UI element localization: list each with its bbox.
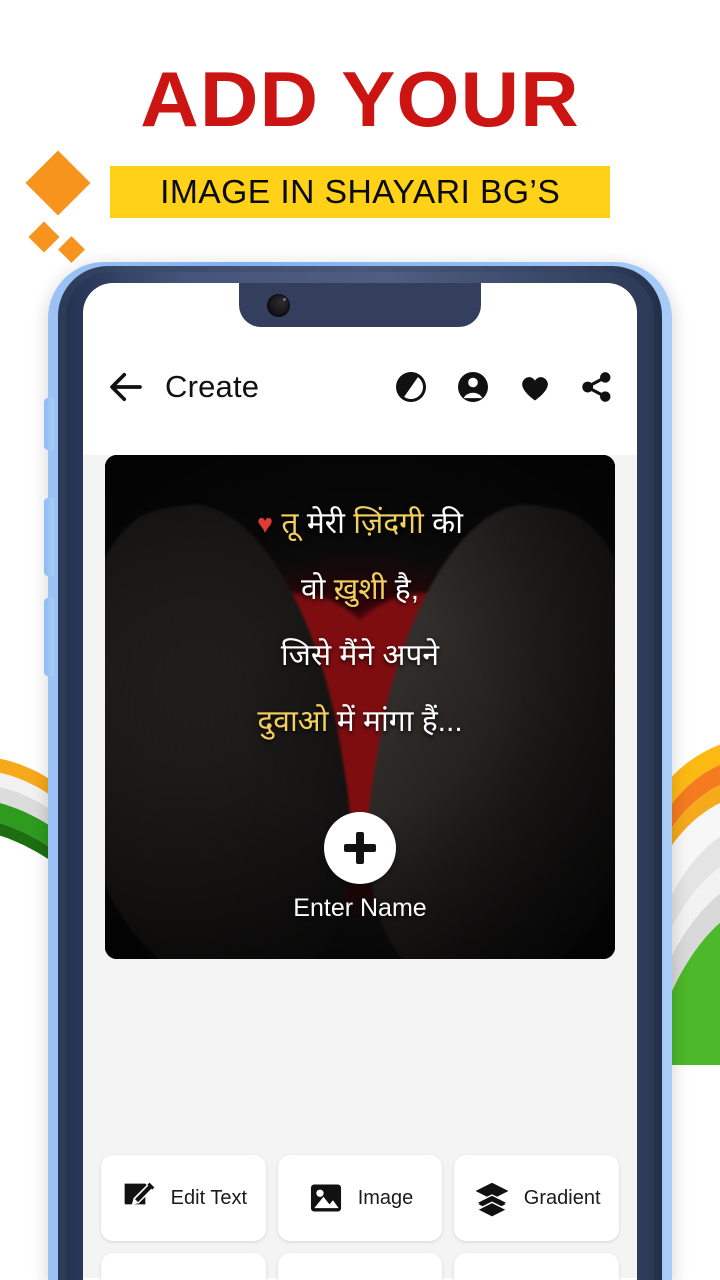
shayari-word: की [432,507,463,540]
image-icon [310,1184,341,1212]
tool-text-color[interactable]: Text Color [101,1253,266,1280]
shayari-text-block[interactable]: ♥ तू मेरी ज़िंदगी की वो ख़ुशी है, जिसे मै… [105,491,615,755]
shayari-card[interactable]: ♥ तू मेरी ज़िंदगी की वो ख़ुशी है, जिसे मै… [105,455,615,959]
shayari-word: दुवाओ [257,705,329,738]
share-icon[interactable] [579,369,615,405]
shayari-word: है, [394,573,420,606]
shayari-heart-emoji: ♥ [257,509,274,539]
tool-label: Image [357,1186,414,1209]
shayari-word: ज़िंदगी [353,507,424,540]
shayari-word: तू [281,507,299,540]
tool-image[interactable]: Image [277,1155,443,1241]
phone-side-button-volume-up[interactable] [44,498,54,576]
tool-label: Edit Text [170,1186,247,1209]
diamond-decoration-small [58,236,85,263]
front-camera-icon [267,294,290,317]
enter-name-label: Enter Name [293,894,427,922]
shayari-word: जिसे मैंने अपने [280,639,440,672]
tool-fonts[interactable]: Fonts [454,1253,619,1280]
phone-screen: Create ♥ तू मेरी ज़िंदगी की वो ख़ुशी है, … [83,283,637,1280]
diamond-decoration-medium [28,221,60,253]
shayari-line-3: जिसे मैंने अपने [119,623,601,689]
shayari-word: मेरी [306,507,345,540]
shayari-line-4: दुवाओ में मांगा हैं... [119,689,601,755]
add-name-plus-button[interactable] [324,812,396,884]
promo-subhead-banner: IMAGE IN SHAYARI BG’S [110,166,610,218]
promo-subhead-text: IMAGE IN SHAYARI BG’S [159,173,561,210]
shayari-word: ख़ुशी [333,573,387,606]
back-arrow-icon[interactable] [105,366,147,408]
shayari-line-2: वो ख़ुशी है, [119,557,601,623]
shayari-word: वो [300,573,326,606]
shayari-word: में मांगा हैं... [336,705,463,738]
promo-headline: ADD YOUR [140,55,580,143]
diamond-decoration-large [25,150,91,216]
edit-text-icon [124,1182,155,1206]
gradient-layers-icon [475,1182,509,1217]
app-header-bar: Create [83,335,637,438]
tool-gradient[interactable]: Gradient [454,1155,619,1241]
phone-notch [239,283,481,327]
tool-grid: Edit Text Image Gradient [83,1155,637,1280]
app-header-actions [393,369,615,405]
profile-icon[interactable] [455,369,491,405]
tool-text-size[interactable]: Text Size [277,1253,443,1280]
add-name-zone: Enter Name [105,812,615,923]
phone-side-button-mute[interactable] [44,398,54,450]
page-title: Create [165,368,260,404]
editor-canvas-area: ♥ तू मेरी ज़िंदगी की वो ख़ुशी है, जिसे मै… [83,455,637,1280]
contrast-icon[interactable] [393,369,429,405]
tool-edit-text[interactable]: Edit Text [101,1155,266,1241]
heart-icon[interactable] [517,369,553,405]
tool-label: Gradient [523,1186,601,1209]
shayari-line-1: ♥ तू मेरी ज़िंदगी की [119,491,601,557]
phone-side-button-volume-down[interactable] [44,598,54,676]
